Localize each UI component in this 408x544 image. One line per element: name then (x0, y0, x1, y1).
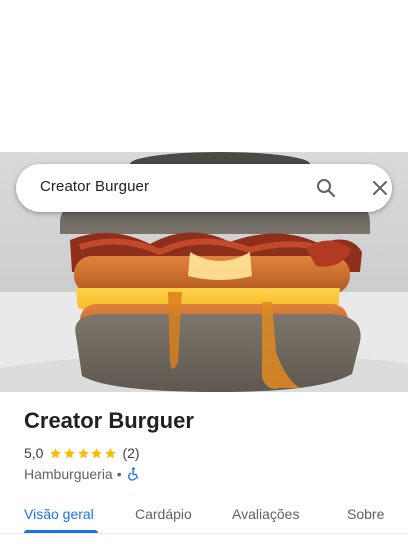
star-icon (91, 447, 103, 458)
search-input[interactable]: Creator Burguer (40, 178, 149, 195)
star-rating (49, 447, 117, 460)
star-icon (77, 447, 89, 458)
category-label: Hamburgueria (24, 466, 113, 482)
search-icon[interactable] (314, 176, 338, 200)
rating-row[interactable]: 5,0 (2) (24, 444, 140, 462)
tab-reviews[interactable]: Avaliações (232, 506, 299, 522)
rating-value: 5,0 (24, 445, 44, 461)
star-icon (50, 447, 62, 458)
star-icon (104, 447, 116, 458)
place-tabs: Visão geral Cardápio Avaliações Sobre (0, 496, 408, 536)
tab-about[interactable]: Sobre (347, 506, 384, 522)
search-bar[interactable]: Creator Burguer (16, 164, 392, 212)
star-icon (64, 447, 75, 458)
place-title: Creator Burguer (24, 408, 194, 433)
tabs-divider (0, 533, 408, 534)
map-blank-area (0, 0, 408, 152)
close-icon[interactable] (368, 176, 392, 200)
separator-dot: • (116, 466, 122, 482)
wheelchair-icon (126, 467, 140, 481)
tab-overview[interactable]: Visão geral (24, 506, 94, 522)
tab-menu[interactable]: Cardápio (135, 506, 192, 522)
category-row: Hamburgueria • (24, 465, 140, 483)
review-count[interactable]: (2) (122, 445, 139, 461)
